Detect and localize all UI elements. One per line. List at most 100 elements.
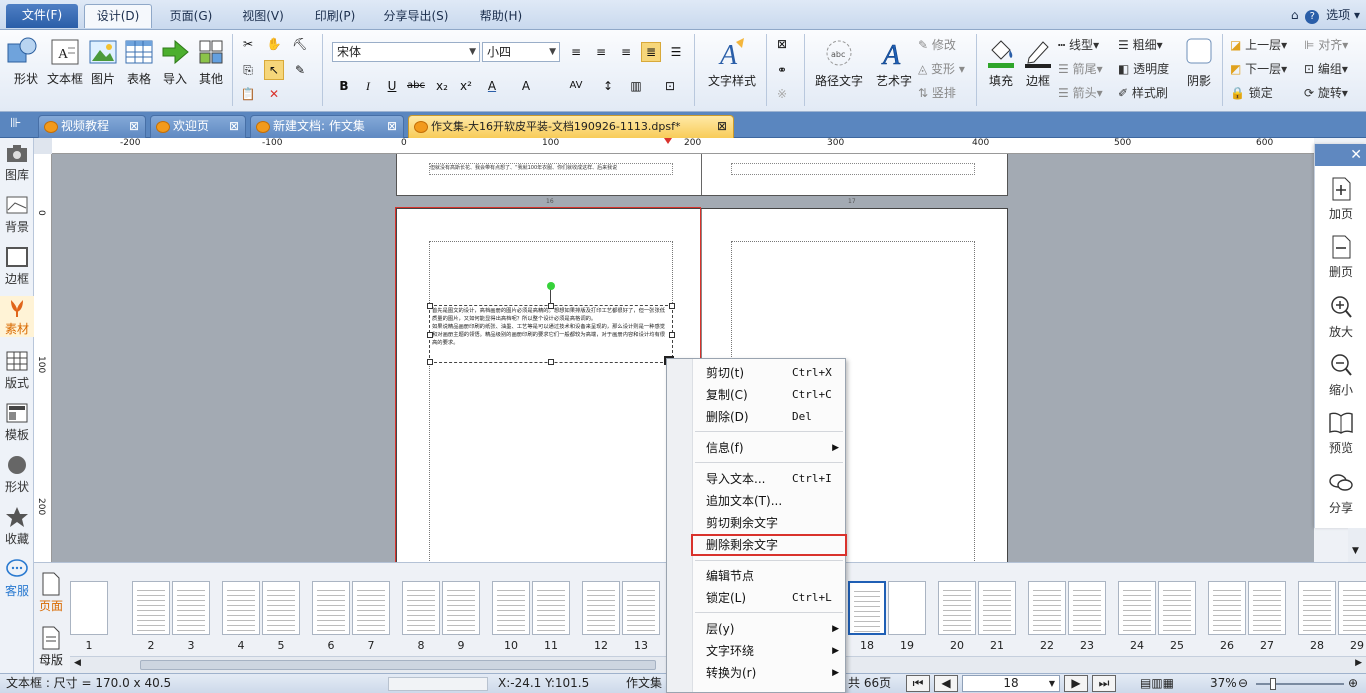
delete-x-icon[interactable]: ✕ <box>264 84 284 104</box>
menu-item-text-wrap[interactable]: 文字环绕 ▶ <box>694 640 845 662</box>
menu-item-convert-to[interactable]: 转换为(r) ▶ <box>694 662 845 684</box>
align-center-icon[interactable]: ≡ <box>591 42 611 62</box>
scroll-thumb[interactable] <box>140 660 656 670</box>
last-page-button[interactable]: ⏭ <box>1092 675 1116 692</box>
tab-video-tutorial[interactable]: 视频教程 ⊠ <box>38 115 146 138</box>
page-thumbnail[interactable] <box>1338 581 1366 635</box>
tab-active-document[interactable]: 作文集-大16开软皮平装-文档190926-1113.dpsf* ⊠ <box>408 115 734 138</box>
menu-file[interactable]: 文件(F) <box>6 4 78 28</box>
sidebar-item-layout[interactable]: 版式 <box>0 350 34 391</box>
add-page-button[interactable]: 加页 <box>1315 176 1366 222</box>
sidebar-item-background[interactable]: 背景 <box>0 194 34 235</box>
sidebar-item-customer-service[interactable]: 客服 <box>0 558 34 599</box>
down-layer-button[interactable]: ◩ 下一层▾ <box>1230 60 1287 78</box>
font-color-icon[interactable]: A <box>482 76 502 96</box>
page-thumbnail[interactable] <box>492 581 530 635</box>
page-thumbnail[interactable] <box>222 581 260 635</box>
resize-handle[interactable] <box>548 359 554 365</box>
options-button[interactable]: 选项 <box>1326 8 1350 22</box>
page-thumbnail[interactable] <box>1068 581 1106 635</box>
fill-button[interactable]: 填充 <box>982 36 1020 89</box>
align-left-icon[interactable]: ≡ <box>566 42 586 62</box>
page-thumbnail[interactable] <box>70 581 108 635</box>
sidebar-item-shapes[interactable]: 形状 <box>0 454 34 495</box>
textbox-button[interactable]: A 文本框 <box>46 36 84 87</box>
menu-item-cut-remaining-text[interactable]: 剪切剩余文字 <box>694 512 845 534</box>
text-frame-icon[interactable]: ⊡ <box>660 76 680 96</box>
tab-new-document[interactable]: 新建文档: 作文集 ⊠ <box>250 115 404 138</box>
page-thumbnail[interactable] <box>262 581 300 635</box>
menu-item-delete[interactable]: 删除(D) Del <box>694 406 845 428</box>
menu-item-copy[interactable]: 复制(C) Ctrl+C <box>694 384 845 406</box>
columns-icon[interactable]: ▥ <box>626 76 646 96</box>
close-icon[interactable]: ⊠ <box>129 116 139 137</box>
picture-button[interactable]: 图片 <box>84 36 122 87</box>
font-name-select[interactable]: 宋体 ▼ <box>332 42 480 62</box>
close-icon[interactable]: ✕ <box>1315 144 1366 166</box>
format-brush-button[interactable]: ✐ 样式刷 <box>1118 84 1168 102</box>
page-thumbnail[interactable] <box>442 581 480 635</box>
rotation-handle[interactable] <box>547 282 555 290</box>
page-thumbnail[interactable] <box>1158 581 1196 635</box>
page-thumbnail[interactable] <box>938 581 976 635</box>
page-thumbnail[interactable] <box>1298 581 1336 635</box>
rotate-button[interactable]: ⟳ 旋转▾ <box>1304 84 1348 102</box>
menu-item-append-text[interactable]: 追加文本(T)... <box>694 490 845 512</box>
sidebar-item-favorites[interactable]: 收藏 <box>0 506 34 547</box>
other-button[interactable]: 其他 <box>192 36 230 87</box>
vertical-scrollbar[interactable]: ▼ <box>1348 528 1366 562</box>
menu-share-export[interactable]: 分享导出(S) <box>374 5 458 29</box>
selected-text-box[interactable]: 首先是图文的设计，高档画册的图片必须是高精的。想想如果排版及打印工艺都很好了，但… <box>427 282 675 365</box>
delete-page-button[interactable]: 删页 <box>1315 234 1366 280</box>
menu-print[interactable]: 印刷(P) <box>304 5 366 29</box>
page-thumbnail[interactable] <box>1118 581 1156 635</box>
copy-icon[interactable]: ⎘ <box>238 60 258 80</box>
page-thumbnail[interactable] <box>402 581 440 635</box>
menu-page[interactable]: 页面(G) <box>160 5 222 29</box>
collapse-ribbon-icon[interactable]: ⌂ <box>1291 8 1299 22</box>
menu-help[interactable]: 帮助(H) <box>470 5 532 29</box>
border-button[interactable]: 边框 <box>1020 36 1056 89</box>
font-size-up-icon[interactable]: A <box>516 76 536 96</box>
page-thumbnail[interactable] <box>132 581 170 635</box>
zoom-out-small-icon[interactable]: ⊖ <box>1238 674 1248 693</box>
char-spacing-icon[interactable]: AV <box>566 76 586 96</box>
sidebar-item-gallery[interactable]: 图库 <box>0 142 34 183</box>
scroll-down-icon[interactable]: ▼ <box>1352 546 1359 556</box>
prev-page-button[interactable]: ◀ <box>934 675 958 692</box>
text-style-button[interactable]: A 文字样式 <box>702 36 762 89</box>
menu-item-edit-nodes[interactable]: 编辑节点 <box>694 565 845 587</box>
zoom-slider-thumb[interactable] <box>1270 678 1276 690</box>
close-icon[interactable]: ⊠ <box>229 116 239 137</box>
help-icon[interactable]: ? <box>1305 10 1320 24</box>
tab-welcome[interactable]: 欢迎页 ⊠ <box>150 115 246 138</box>
preview-button[interactable]: 预览 <box>1315 410 1366 456</box>
subscript-icon[interactable]: x₂ <box>432 76 452 96</box>
page-thumbnail[interactable] <box>848 581 886 635</box>
art-text-button[interactable]: A 艺术字 <box>870 36 918 89</box>
lock-button[interactable]: 🔒 锁定 <box>1230 84 1273 102</box>
page-thumbnail[interactable] <box>172 581 210 635</box>
pointer-icon[interactable]: ↖ <box>264 60 284 80</box>
shape-button[interactable]: 形状 <box>6 36 46 87</box>
page-thumbnail[interactable] <box>1248 581 1286 635</box>
scroll-left-icon[interactable]: ◀ <box>74 658 81 668</box>
up-layer-button[interactable]: ◪ 上一层▾ <box>1230 36 1287 54</box>
next-page-button[interactable]: ▶ <box>1064 675 1088 692</box>
share-button[interactable]: 分享 <box>1315 470 1366 516</box>
align-justify-icon[interactable]: ≣ <box>641 42 661 62</box>
page-thumbnail[interactable] <box>1028 581 1066 635</box>
page-thumbnail[interactable] <box>1208 581 1246 635</box>
zoom-in-button[interactable]: 放大 <box>1315 294 1366 340</box>
master-tab[interactable]: 母版 <box>36 625 66 668</box>
link-frame-icon[interactable]: ⊠ <box>772 34 792 54</box>
sidebar-item-border[interactable]: 边框 <box>0 246 34 287</box>
cut-icon[interactable]: ✂ <box>238 34 258 54</box>
pages-tab[interactable]: 页面 <box>36 571 66 614</box>
page-thumbnail[interactable] <box>978 581 1016 635</box>
scroll-right-icon[interactable]: ▶ <box>1355 658 1362 668</box>
page-thumbnail[interactable] <box>888 581 926 635</box>
page-thumbnail[interactable] <box>582 581 620 635</box>
distribute-icon[interactable]: ☰ <box>666 42 686 62</box>
first-page-button[interactable]: ⏮ <box>906 675 930 692</box>
